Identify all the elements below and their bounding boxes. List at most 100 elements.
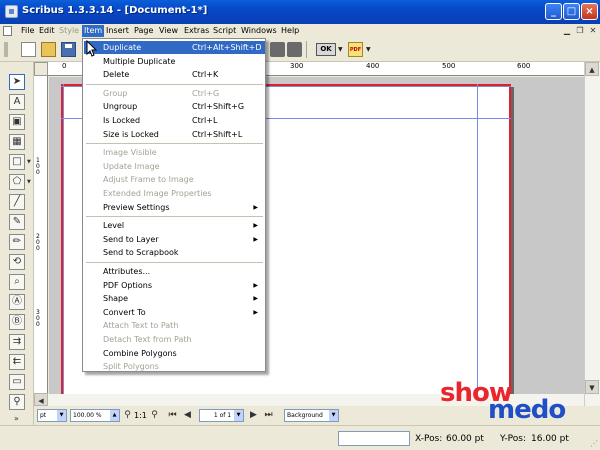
menu-script[interactable]: Script xyxy=(211,25,238,37)
menu-item-combine-polygons[interactable]: Combine Polygons xyxy=(84,347,265,360)
menu-page[interactable]: Page xyxy=(132,25,155,37)
mdi-restore-icon[interactable]: ❐ xyxy=(575,26,585,36)
menu-item-level[interactable]: Level ▶ xyxy=(84,219,265,232)
menu-item-group[interactable]: Group Ctrl+G xyxy=(84,87,265,100)
menu-item-duplicate[interactable]: Duplicate Ctrl+Alt+Shift+D xyxy=(84,41,265,54)
menu-item-extended-image-properties[interactable]: Extended Image Properties xyxy=(84,187,265,200)
vertical-scrollbar[interactable]: ▲ ▼ xyxy=(584,62,600,406)
menu-extras[interactable]: Extras xyxy=(182,25,211,37)
scroll-up-icon[interactable]: ▲ xyxy=(585,62,599,76)
zoom-ratio-button[interactable]: 1:1 xyxy=(134,411,147,420)
menu-item-adjust-frame-to-image[interactable]: Adjust Frame to Image xyxy=(84,173,265,186)
menu-item-shape[interactable]: Shape ▶ xyxy=(84,292,265,305)
eyedropper-tool[interactable]: ⚲ xyxy=(9,394,25,410)
zoom-tool[interactable]: ⌕ xyxy=(9,274,25,290)
maximize-button[interactable]: □ xyxy=(563,3,580,20)
unit-select[interactable]: pt ▼ xyxy=(37,409,67,422)
layer-select[interactable]: Background ▼ xyxy=(284,409,339,422)
menu-item-send-to-layer[interactable]: Send to Layer ▶ xyxy=(84,233,265,246)
menu-edit[interactable]: Edit xyxy=(37,25,57,37)
menu-item-update-image[interactable]: Update Image xyxy=(84,160,265,173)
menu-windows[interactable]: Windows xyxy=(239,25,279,37)
zoom-out-icon[interactable]: ⚲ xyxy=(122,410,133,421)
menu-help[interactable]: Help xyxy=(279,25,301,37)
select-tool[interactable]: ➤ xyxy=(9,74,25,90)
vertical-ruler[interactable]: 1 0 0 2 0 0 3 0 0 xyxy=(34,76,48,406)
menu-item-attach-text-to-path[interactable]: Attach Text to Path xyxy=(84,319,265,332)
first-page-icon[interactable]: ⏮ xyxy=(167,410,178,421)
menu-item-delete[interactable]: Delete Ctrl+K xyxy=(84,68,265,81)
menu-item-is-locked[interactable]: Is Locked Ctrl+L xyxy=(84,114,265,127)
menu-item-convert-to[interactable]: Convert To ▶ xyxy=(84,306,265,319)
menu-item-attributes[interactable]: Attributes... xyxy=(84,265,265,278)
save-icon[interactable] xyxy=(61,42,76,57)
last-page-icon[interactable]: ⏭ xyxy=(263,410,274,421)
freehand-tool[interactable]: ✏ xyxy=(9,234,25,250)
new-document-icon[interactable] xyxy=(21,42,36,57)
bezier-tool[interactable]: ✎ xyxy=(9,214,25,230)
chevron-down-icon[interactable]: ▼ xyxy=(338,46,343,53)
scribus-app-icon[interactable] xyxy=(5,5,18,18)
resize-grip-icon[interactable]: ⋰ xyxy=(590,439,598,448)
page-select[interactable]: 1 of 1 ▼ xyxy=(199,409,244,422)
submenu-arrow-icon: ▶ xyxy=(253,295,258,303)
menu-item-send-to-scrapbook[interactable]: Send to Scrapbook xyxy=(84,246,265,259)
zoom-input[interactable]: 100.00 % ▲ xyxy=(70,409,120,422)
menu-insert[interactable]: Insert xyxy=(104,25,131,37)
menu-item-image-visible[interactable]: Image Visible xyxy=(84,146,265,159)
edit-text-tool[interactable]: Ⓑ xyxy=(9,314,25,330)
preflight-ok-button[interactable]: OK xyxy=(316,43,336,56)
submenu-arrow-icon: ▶ xyxy=(253,222,258,230)
minimize-button[interactable]: _ xyxy=(545,3,562,20)
chevron-down-icon[interactable]: ▼ xyxy=(366,46,371,53)
rotate-tool[interactable]: ⟲ xyxy=(9,254,25,270)
cut-icon[interactable] xyxy=(270,42,285,57)
mdi-minimize-icon[interactable]: ▁ xyxy=(562,26,572,36)
link-frames-tool[interactable]: ⇉ xyxy=(9,334,25,350)
measure-tool[interactable]: ▭ xyxy=(9,374,25,390)
menu-item-size-is-locked[interactable]: Size is Locked Ctrl+Shift+L xyxy=(84,128,265,141)
menu-item-pdf-options[interactable]: PDF Options ▶ xyxy=(84,279,265,292)
table-tool[interactable]: ▦ xyxy=(9,134,25,150)
previous-page-icon[interactable]: ◀ xyxy=(182,410,193,421)
chevron-down-icon[interactable]: ▼ xyxy=(27,159,31,165)
chevron-down-icon[interactable]: ▼ xyxy=(27,179,31,185)
menu-item[interactable]: Item xyxy=(82,25,105,37)
menu-item-ungroup[interactable]: Ungroup Ctrl+Shift+G xyxy=(84,100,265,113)
image-frame-tool[interactable]: ▣ xyxy=(9,114,25,130)
logo-text-medo: medo xyxy=(488,395,566,425)
close-button[interactable]: × xyxy=(581,3,598,20)
edit-contents-tool[interactable]: Ⓐ xyxy=(9,294,25,310)
menu-item-multiple-duplicate[interactable]: Multiple Duplicate xyxy=(84,55,265,68)
measure-icon: ▭ xyxy=(12,376,22,387)
menu-item-label: Ungroup xyxy=(103,102,138,112)
menu-item-preview-settings[interactable]: Preview Settings ▶ xyxy=(84,201,265,214)
chevron-down-icon: ▼ xyxy=(329,410,338,421)
unlink-frames-tool[interactable]: ⇇ xyxy=(9,354,25,370)
menu-item-label: Size is Locked xyxy=(103,129,159,139)
ruler-corner[interactable] xyxy=(34,62,48,76)
polygon-tool[interactable]: ⬠ xyxy=(9,174,25,190)
menu-file[interactable]: File xyxy=(19,25,36,37)
line-tool[interactable]: ╱ xyxy=(9,194,25,210)
open-folder-icon[interactable] xyxy=(41,42,56,57)
export-pdf-button[interactable]: PDF xyxy=(348,42,363,57)
ruler-label: 600 xyxy=(517,62,531,70)
menu-item-detach-text-from-path[interactable]: Detach Text from Path xyxy=(84,333,265,346)
shape-tool[interactable]: □ xyxy=(9,154,25,170)
menu-item-split-polygons[interactable]: Split Polygons xyxy=(84,360,265,373)
text-frame-tool[interactable]: A xyxy=(9,94,25,110)
mdi-close-icon[interactable]: ✕ xyxy=(588,26,598,36)
menu-view[interactable]: View xyxy=(157,25,180,37)
eyedropper-icon: ⚲ xyxy=(13,396,21,407)
document-icon[interactable] xyxy=(3,26,12,36)
toolbar-grip[interactable] xyxy=(4,42,8,57)
double-chevron-down-icon[interactable]: » xyxy=(14,414,19,423)
next-page-icon[interactable]: ▶ xyxy=(248,410,259,421)
zoom-in-icon[interactable]: ⚲ xyxy=(149,410,160,421)
scroll-left-icon[interactable]: ◀ xyxy=(34,393,48,406)
paste-icon[interactable] xyxy=(287,42,302,57)
menu-item-shortcut: Ctrl+Shift+G xyxy=(192,102,245,112)
menu-style[interactable]: Style xyxy=(57,25,81,37)
edit-text-icon: Ⓐ xyxy=(12,296,22,307)
